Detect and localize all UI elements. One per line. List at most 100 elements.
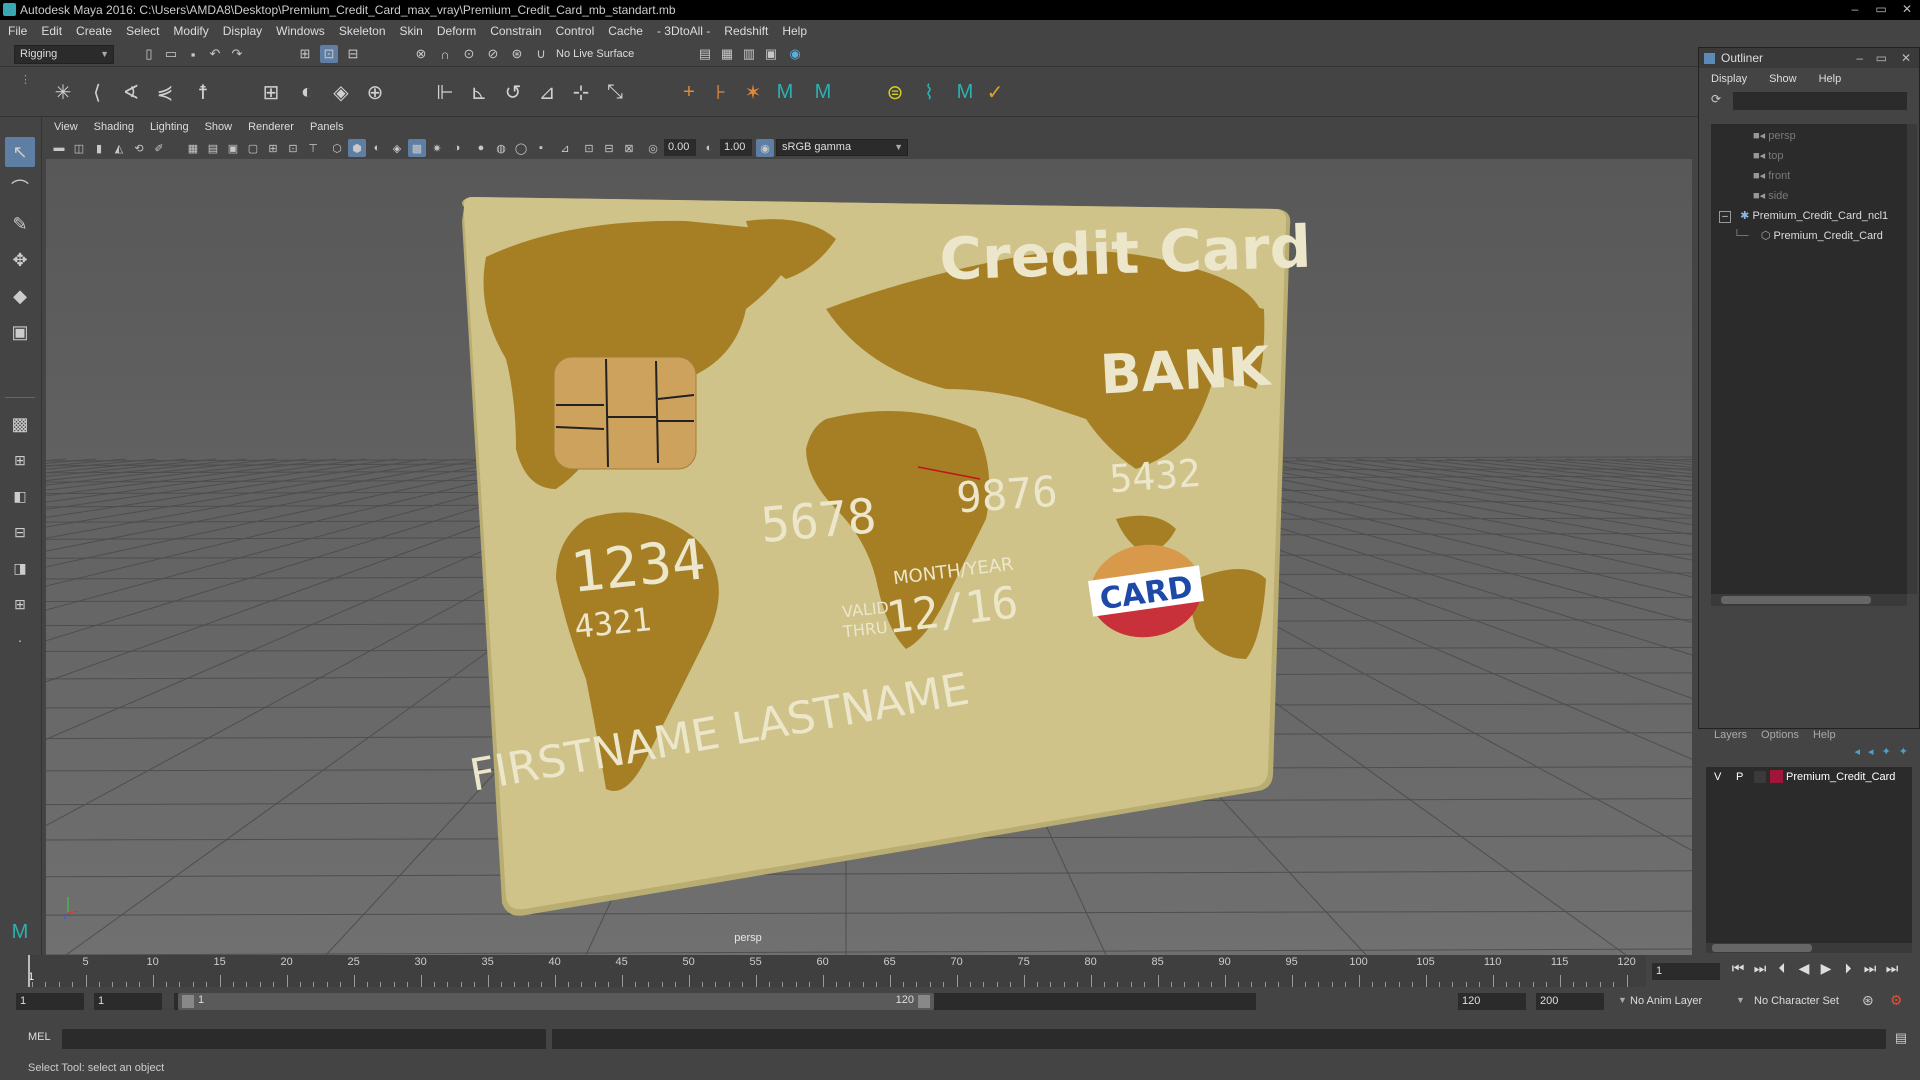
check-icon[interactable]: ✓ xyxy=(980,77,1010,107)
textured-icon[interactable]: ▩ xyxy=(408,139,426,157)
menu-skeleton[interactable]: Skeleton xyxy=(339,24,386,38)
scale-tool-icon[interactable]: ▣ xyxy=(5,317,35,347)
point-constraint-icon[interactable]: ⊾ xyxy=(464,77,494,107)
layer-visibility-toggle[interactable]: V xyxy=(1714,767,1721,787)
layer-playback-toggle[interactable]: P xyxy=(1736,767,1743,787)
collapse-icon[interactable]: – xyxy=(1719,211,1731,223)
chevron-down-icon[interactable]: ▼ xyxy=(1618,995,1627,1005)
safe-title-icon[interactable]: ⊤ xyxy=(304,139,322,157)
snap-curve-icon[interactable]: ∩ xyxy=(436,45,454,63)
shelf-options-icon[interactable]: ⋮ xyxy=(20,73,31,86)
menu-deform[interactable]: Deform xyxy=(437,24,476,38)
mash-network-icon[interactable]: M xyxy=(808,77,838,107)
playback-end-field[interactable]: 120 xyxy=(1458,993,1526,1010)
menu-display[interactable]: Display xyxy=(223,24,262,38)
render-settings-icon[interactable]: ▤ xyxy=(696,45,714,63)
orient-constraint-icon[interactable]: ↺ xyxy=(498,77,528,107)
range-start-grip[interactable] xyxy=(182,995,194,1008)
menu-cache[interactable]: Cache xyxy=(608,24,643,38)
script-editor-icon[interactable]: ▤ xyxy=(1892,1030,1910,1048)
move-layer-down-icon[interactable]: ◂ xyxy=(1868,745,1874,758)
snap-view-icon[interactable]: ⊘ xyxy=(484,45,502,63)
render-frame-icon[interactable]: ▦ xyxy=(718,45,736,63)
outliner-item-side[interactable]: ■◂ side xyxy=(1753,186,1788,206)
parent-constraint-icon[interactable]: ⊩ xyxy=(430,77,460,107)
menu-redshift[interactable]: Redshift xyxy=(724,24,768,38)
range-slider-track[interactable]: 1 120 xyxy=(174,993,1256,1010)
menu-create[interactable]: Create xyxy=(76,24,112,38)
menu-file[interactable]: File xyxy=(8,24,27,38)
current-time-marker[interactable] xyxy=(28,955,30,987)
anim-prefs-icon[interactable]: ⚙ xyxy=(1890,992,1903,1009)
ambient-occlusion-icon[interactable]: ● xyxy=(472,139,490,157)
character-set-dropdown[interactable]: No Character Set xyxy=(1754,993,1866,1010)
cluster-icon[interactable]: ⊕ xyxy=(360,77,390,107)
outliner-item-persp[interactable]: ■◂ persp xyxy=(1753,126,1796,146)
outliner-search-input[interactable] xyxy=(1733,92,1907,110)
hypershade-icon[interactable]: ◉ xyxy=(786,45,804,63)
layer-menu-help[interactable]: Help xyxy=(1813,729,1836,741)
paint-select-tool-icon[interactable]: ✎ xyxy=(5,209,35,239)
bookmark-icon[interactable]: ▮ xyxy=(90,139,108,157)
camera-select-icon[interactable]: ▬ xyxy=(50,139,68,157)
camera-attributes-icon[interactable]: ◫ xyxy=(70,139,88,157)
hypershade-layout-icon[interactable]: ◨ xyxy=(5,553,35,583)
panel-menu-renderer[interactable]: Renderer xyxy=(248,121,294,133)
outliner-item-group[interactable]: – ✱ Premium_Credit_Card_ncl1 xyxy=(1719,206,1907,226)
wireframe-icon[interactable]: ⬡ xyxy=(328,139,346,157)
bind-skin-icon[interactable]: ⊞ xyxy=(256,77,286,107)
mash-icon[interactable]: M xyxy=(770,77,800,107)
locator-icon[interactable]: + xyxy=(674,77,704,107)
move-tool-icon[interactable]: ✥ xyxy=(5,245,35,275)
outliner-menu-show[interactable]: Show xyxy=(1769,73,1797,85)
outliner-scroll-thumb[interactable] xyxy=(1721,596,1871,604)
hik-skeleton-icon[interactable]: ☨ xyxy=(188,77,218,107)
open-scene-icon[interactable]: ▭ xyxy=(162,45,180,63)
more-layouts-icon[interactable]: · xyxy=(5,625,35,655)
layer-horizontal-scrollbar[interactable] xyxy=(1706,943,1912,953)
menu-constrain[interactable]: Constrain xyxy=(490,24,541,38)
current-frame-field[interactable]: 1 xyxy=(1652,963,1720,980)
ik-handle-icon[interactable]: ∢ xyxy=(116,77,146,107)
snap-point-icon[interactable]: ⊙ xyxy=(460,45,478,63)
chevron-down-icon[interactable]: ▼ xyxy=(1736,995,1745,1005)
time-ruler[interactable]: 1 5 10 15 20 25 30 35 40 45 50 55 60 65 70 75 80 85 90 95 1… xyxy=(28,955,1646,987)
gamma-icon[interactable]: ◐ xyxy=(700,139,718,157)
rotate-tool-icon[interactable]: ◆ xyxy=(5,281,35,311)
minimize-button[interactable]: – xyxy=(1842,0,1868,18)
redo-icon[interactable]: ↷ xyxy=(228,45,246,63)
range-slider-handle[interactable]: 1 120 xyxy=(178,993,934,1010)
xray-components-icon[interactable]: ⊠ xyxy=(620,139,638,157)
layer-menu-options[interactable]: Options xyxy=(1761,729,1799,741)
gamma-field[interactable]: 1.00 xyxy=(720,139,752,156)
play-backwards-icon[interactable]: ◀ xyxy=(1794,960,1814,980)
step-back-key-icon[interactable]: ⏭ xyxy=(1750,960,1770,980)
outliner-horizontal-scrollbar[interactable] xyxy=(1711,594,1907,606)
persp-outliner-layout-icon[interactable]: ◧ xyxy=(5,481,35,511)
outliner-close-button[interactable]: ✕ xyxy=(1901,48,1911,68)
anim-end-field[interactable]: 200 xyxy=(1536,993,1604,1010)
new-empty-layer-icon[interactable]: ✦ xyxy=(1882,745,1891,758)
lasso-tool-icon[interactable]: ⌒ xyxy=(5,173,35,203)
outliner-item-top[interactable]: ■◂ top xyxy=(1753,146,1784,166)
lights-icon[interactable]: ✷ xyxy=(428,139,446,157)
command-input[interactable] xyxy=(62,1029,546,1049)
auto-key-icon[interactable]: ⊛ xyxy=(1862,992,1874,1009)
persp-graph-layout-icon[interactable]: ⊟ xyxy=(5,517,35,547)
select-hierarchy-icon[interactable]: ⊞ xyxy=(296,45,314,63)
lattice-icon[interactable]: ◈ xyxy=(326,77,356,107)
menu-windows[interactable]: Windows xyxy=(276,24,325,38)
outliner-menu-display[interactable]: Display xyxy=(1711,73,1747,85)
menu-edit[interactable]: Edit xyxy=(41,24,62,38)
outliner-minimize-button[interactable]: – xyxy=(1856,48,1863,68)
scale-constraint-icon[interactable]: ⊿ xyxy=(532,77,562,107)
playback-start-field[interactable]: 1 xyxy=(94,993,162,1010)
live-surface-label[interactable]: No Live Surface xyxy=(556,45,646,63)
field-chart-icon[interactable]: ⊞ xyxy=(264,139,282,157)
layer-menu-layers[interactable]: Layers xyxy=(1714,729,1747,741)
panel-menu-lighting[interactable]: Lighting xyxy=(150,121,189,133)
anim-start-field[interactable]: 1 xyxy=(16,993,84,1010)
panel-menu-show[interactable]: Show xyxy=(205,121,233,133)
four-view-layout-icon[interactable]: ⊞ xyxy=(5,445,35,475)
mash-repro-icon[interactable]: M xyxy=(950,77,980,107)
